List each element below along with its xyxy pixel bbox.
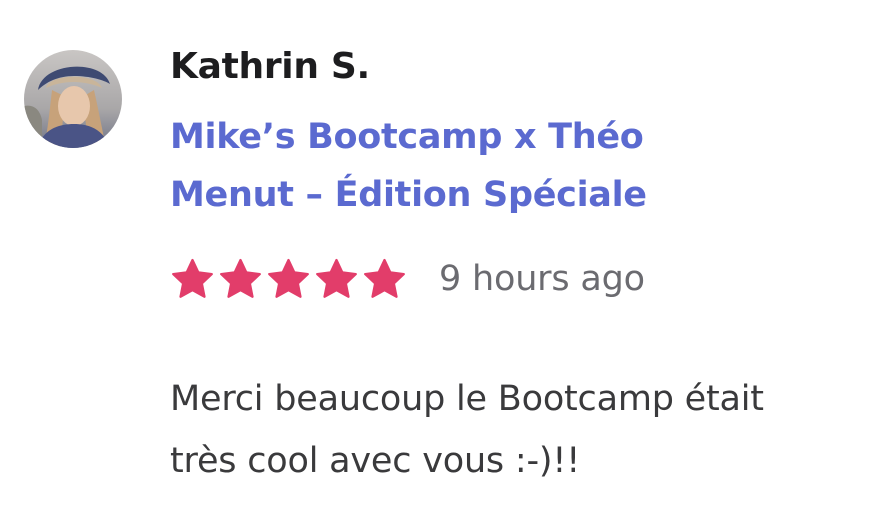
star-icon: [316, 258, 357, 298]
reviewer-avatar: [24, 50, 122, 148]
reviewer-name: Kathrin S.: [170, 46, 370, 87]
rating-row: 9 hours ago: [170, 254, 645, 304]
star-icon: [172, 258, 213, 298]
review-card: Kathrin S. Mike’s Bootcamp x Théo Menut …: [0, 0, 876, 527]
star-rating: [170, 257, 407, 302]
star-icon: [364, 258, 405, 298]
review-text: Merci beaucoup le Bootcamp était très co…: [170, 379, 764, 481]
product-title-link[interactable]: Mike’s Bootcamp x Théo Menut – Édition S…: [170, 108, 690, 224]
review-timestamp: 9 hours ago: [439, 259, 645, 299]
star-icon: [268, 258, 309, 298]
avatar-photo: [24, 50, 122, 148]
star-icon: [220, 258, 261, 298]
